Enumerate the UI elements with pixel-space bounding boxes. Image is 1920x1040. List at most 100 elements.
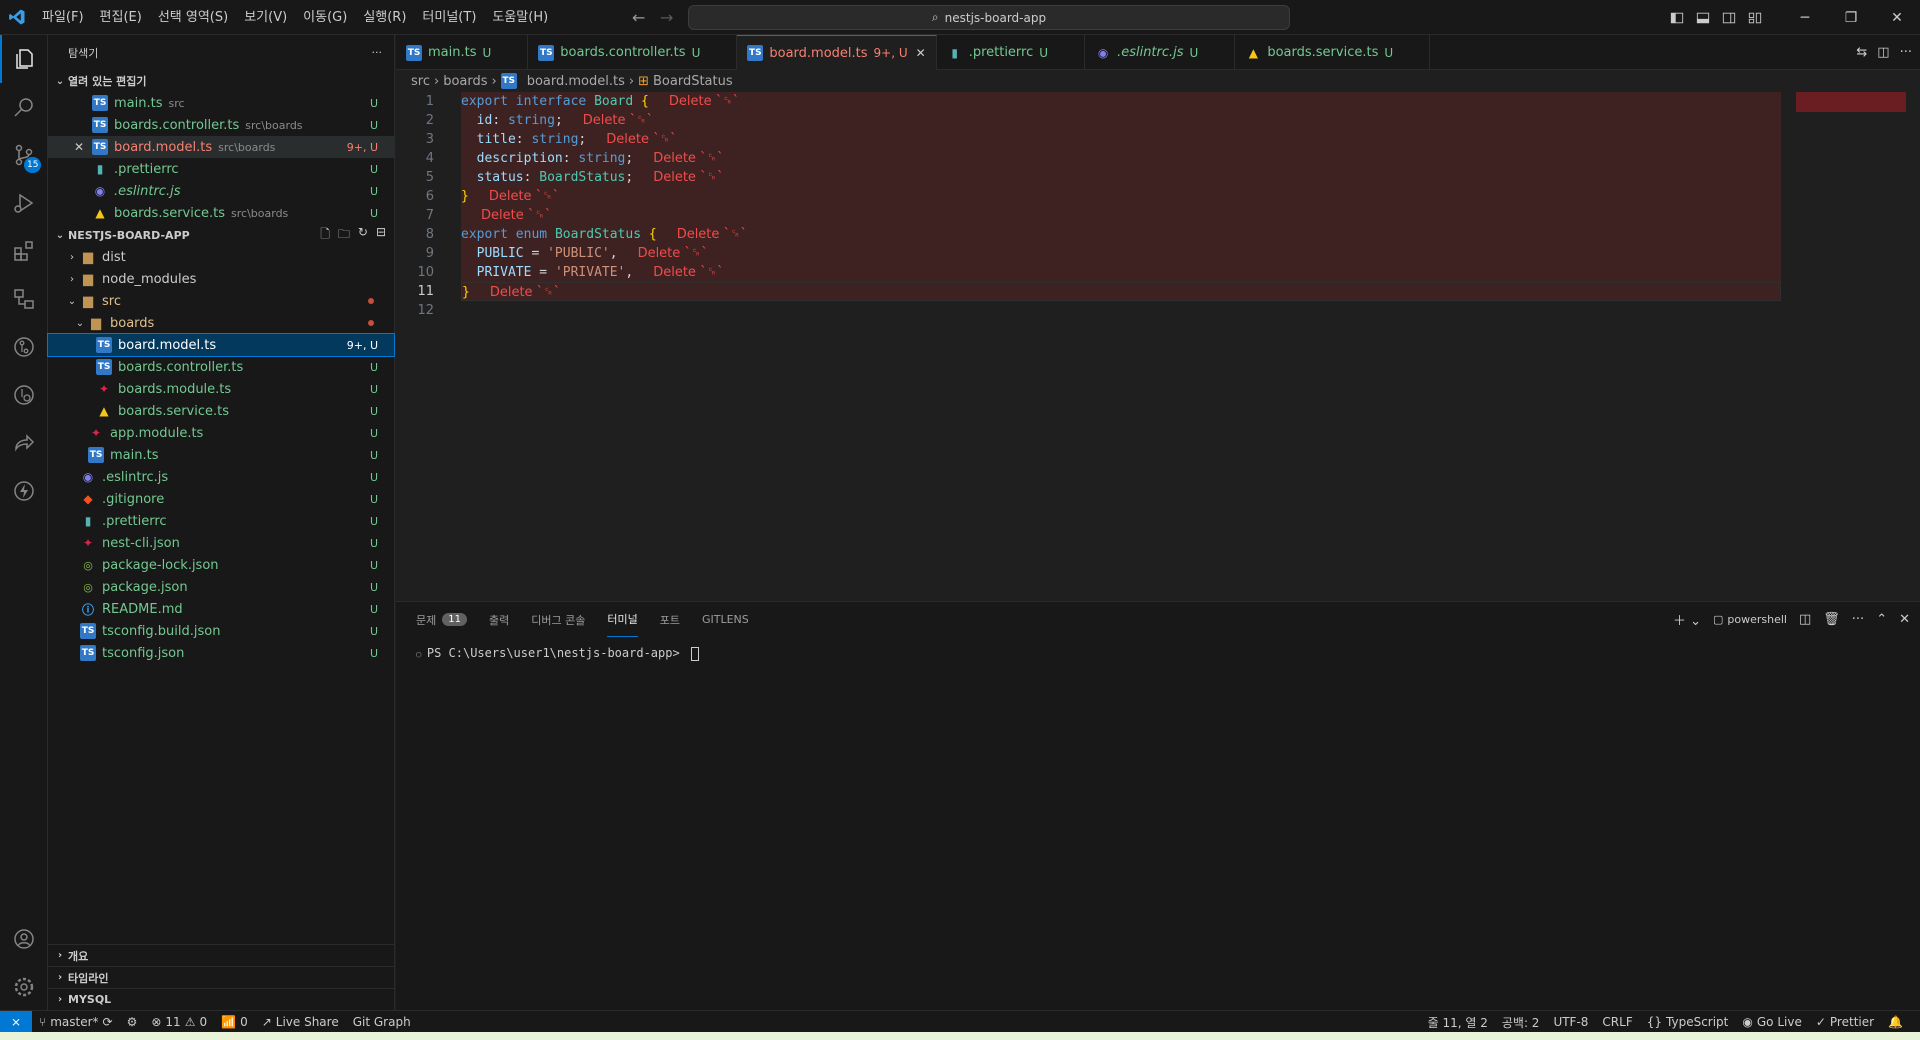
thunder-client-icon[interactable] bbox=[0, 467, 48, 515]
editor-tab[interactable]: TS main.ts U bbox=[396, 35, 529, 70]
debug-status-icon[interactable]: ⚙ bbox=[120, 1015, 145, 1029]
open-editor-item[interactable]: TS boards.controller.ts src\boards U bbox=[48, 114, 394, 136]
refresh-icon[interactable]: ↻ bbox=[358, 225, 368, 246]
close-window-button[interactable]: ✕ bbox=[1874, 0, 1920, 35]
accounts-icon[interactable] bbox=[0, 915, 48, 963]
menu-item[interactable]: 선택 영역(S) bbox=[150, 0, 236, 35]
sidebar-section-header[interactable]: › 개요 bbox=[48, 944, 395, 966]
menu-item[interactable]: 이동(G) bbox=[295, 0, 355, 35]
language-mode[interactable]: {} TypeScript bbox=[1640, 1015, 1736, 1029]
new-folder-icon[interactable]: 🗀 bbox=[338, 225, 350, 246]
editor-tab[interactable]: ◉ .eslintrc.js U bbox=[1085, 35, 1236, 70]
tree-item[interactable]: ▮ .prettierrc U bbox=[48, 510, 394, 532]
git-graph-status[interactable]: Git Graph bbox=[346, 1015, 418, 1029]
new-file-icon[interactable]: 🗋 bbox=[320, 225, 330, 246]
split-terminal-icon[interactable]: ◫ bbox=[1799, 612, 1811, 627]
panel-tab[interactable]: 문제 11 bbox=[416, 602, 467, 637]
gitlens-icon[interactable] bbox=[0, 323, 48, 371]
panel-tab[interactable]: 터미널 bbox=[607, 602, 638, 637]
extensions-icon[interactable] bbox=[0, 227, 48, 275]
back-arrow-icon[interactable]: ← bbox=[632, 8, 645, 27]
search-icon[interactable] bbox=[0, 83, 48, 131]
sidebar-section-header[interactable]: › MYSQL bbox=[48, 988, 395, 1010]
new-terminal-icon[interactable]: ＋ ⌄ bbox=[1673, 610, 1701, 629]
tree-item[interactable]: ◎ package-lock.json U bbox=[48, 554, 394, 576]
forward-arrow-icon[interactable]: → bbox=[660, 8, 673, 27]
tree-item[interactable]: TS boards.controller.ts U bbox=[48, 356, 394, 378]
breadcrumb-item[interactable]: src bbox=[411, 74, 430, 89]
tree-item[interactable]: TS tsconfig.json U bbox=[48, 642, 394, 664]
go-live-status[interactable]: ◉ Go Live bbox=[1735, 1015, 1808, 1029]
tree-item[interactable]: ✦ nest-cli.json U bbox=[48, 532, 394, 554]
menu-item[interactable]: 도움말(H) bbox=[484, 0, 556, 35]
tree-item[interactable]: ⌄ ▆ src bbox=[48, 290, 394, 312]
indentation[interactable]: 공백: 2 bbox=[1495, 1014, 1547, 1031]
gitlens-inspect-icon[interactable] bbox=[0, 371, 48, 419]
minimize-button[interactable]: ─ bbox=[1782, 0, 1828, 35]
tree-item[interactable]: ✦ app.module.ts U bbox=[48, 422, 394, 444]
remote-explorer-icon[interactable] bbox=[0, 275, 48, 323]
tree-item[interactable]: › ▆ node_modules bbox=[48, 268, 394, 290]
live-share-status[interactable]: ↗ Live Share bbox=[255, 1015, 346, 1029]
settings-gear-icon[interactable] bbox=[0, 963, 48, 1011]
restore-button[interactable]: ❐ bbox=[1828, 0, 1874, 35]
collapse-all-icon[interactable]: ⊟ bbox=[376, 225, 386, 246]
open-editor-item[interactable]: ◉ .eslintrc.js U bbox=[48, 180, 394, 202]
remote-indicator-icon[interactable]: ⨯ bbox=[0, 1010, 32, 1033]
open-editor-item[interactable]: TS main.ts src U bbox=[48, 92, 394, 114]
branch-status[interactable]: ⑂ master* ⟳ bbox=[32, 1015, 120, 1029]
more-actions-icon[interactable]: ··· bbox=[1852, 612, 1864, 627]
menu-item[interactable]: 보기(V) bbox=[236, 0, 295, 35]
menu-item[interactable]: 파일(F) bbox=[34, 0, 92, 35]
panel-tab[interactable]: 디버그 콘솔 bbox=[531, 602, 585, 637]
open-changes-icon[interactable]: ⇆ bbox=[1856, 45, 1867, 60]
customize-layout-icon[interactable] bbox=[1742, 0, 1768, 35]
tree-item[interactable]: ◎ package.json U bbox=[48, 576, 394, 598]
editor-tab[interactable]: TS board.model.ts 9+, U ✕ bbox=[737, 35, 937, 70]
problems-status[interactable]: ⊗ 11 ⚠ 0 bbox=[144, 1015, 214, 1029]
tree-item[interactable]: ▲ boards.service.ts U bbox=[48, 400, 394, 422]
project-header[interactable]: ⌄ NESTJS-BOARD-APP 🗋 🗀 ↻ ⊟ bbox=[48, 224, 394, 246]
tree-item[interactable]: ✦ boards.module.ts U bbox=[48, 378, 394, 400]
menu-item[interactable]: 실행(R) bbox=[355, 0, 414, 35]
breadcrumb-item[interactable]: BoardStatus bbox=[653, 74, 733, 89]
sidebar-section-header[interactable]: › 타임라인 bbox=[48, 966, 395, 988]
more-actions-icon[interactable]: ··· bbox=[1900, 45, 1912, 60]
open-editor-item[interactable]: ▲ boards.service.ts src\boards U bbox=[48, 202, 394, 224]
editor-tab[interactable]: ▲ boards.service.ts U bbox=[1235, 35, 1431, 70]
menu-item[interactable]: 터미널(T) bbox=[414, 0, 484, 35]
source-control-icon[interactable]: 15 bbox=[0, 131, 48, 179]
menu-item[interactable]: 편집(E) bbox=[92, 0, 150, 35]
ports-status[interactable]: 📶 0 bbox=[214, 1015, 255, 1029]
tree-item[interactable]: TS main.ts U bbox=[48, 444, 394, 466]
panel-tab[interactable]: GITLENS bbox=[702, 602, 749, 637]
tree-item[interactable]: TS board.model.ts 9+, U bbox=[47, 333, 395, 357]
open-editors-header[interactable]: ⌄ 열려 있는 편집기 bbox=[48, 70, 394, 92]
tree-item[interactable]: ◆ .gitignore U bbox=[48, 488, 394, 510]
code-editor[interactable]: 1 2 3 4 5 6 7 8 9 10 11 12 export interface Board {… bbox=[396, 92, 1786, 601]
close-icon[interactable]: ✕ bbox=[916, 46, 926, 60]
toggle-panel-icon[interactable] bbox=[1690, 0, 1716, 35]
close-icon[interactable]: ✕ bbox=[74, 140, 84, 154]
prettier-status[interactable]: ✓ Prettier bbox=[1809, 1015, 1881, 1029]
cursor-position[interactable]: 줄 11, 열 2 bbox=[1421, 1014, 1495, 1031]
command-center-search[interactable]: ⌕ nestjs-board-app bbox=[688, 5, 1290, 30]
panel-tab[interactable]: 출력 bbox=[489, 602, 509, 637]
toggle-primary-sidebar-icon[interactable] bbox=[1664, 0, 1690, 35]
terminal-output[interactable]: ○ PS C:\Users\user1\nestjs-board-app> bbox=[416, 646, 699, 661]
more-actions-icon[interactable]: ··· bbox=[372, 46, 383, 59]
tree-item[interactable]: ⌄ ▆ boards bbox=[48, 312, 394, 334]
close-panel-icon[interactable]: ✕ bbox=[1899, 612, 1910, 627]
open-editor-item[interactable]: ▮ .prettierrc U bbox=[48, 158, 394, 180]
tree-item[interactable]: › ▆ dist bbox=[48, 246, 394, 268]
maximize-panel-icon[interactable]: ⌃ bbox=[1876, 612, 1887, 627]
terminal-shell-selector[interactable]: ▢ powershell bbox=[1713, 613, 1787, 626]
panel-tab[interactable]: 포트 bbox=[660, 602, 680, 637]
toggle-secondary-sidebar-icon[interactable] bbox=[1716, 0, 1742, 35]
live-share-icon[interactable] bbox=[0, 419, 48, 467]
open-editor-item[interactable]: ✕ TS board.model.ts src\boards 9+, U bbox=[48, 136, 394, 158]
split-editor-icon[interactable]: ◫ bbox=[1877, 45, 1889, 60]
run-debug-icon[interactable] bbox=[0, 179, 48, 227]
explorer-icon[interactable] bbox=[0, 35, 48, 83]
tree-item[interactable]: ◉ .eslintrc.js U bbox=[48, 466, 394, 488]
